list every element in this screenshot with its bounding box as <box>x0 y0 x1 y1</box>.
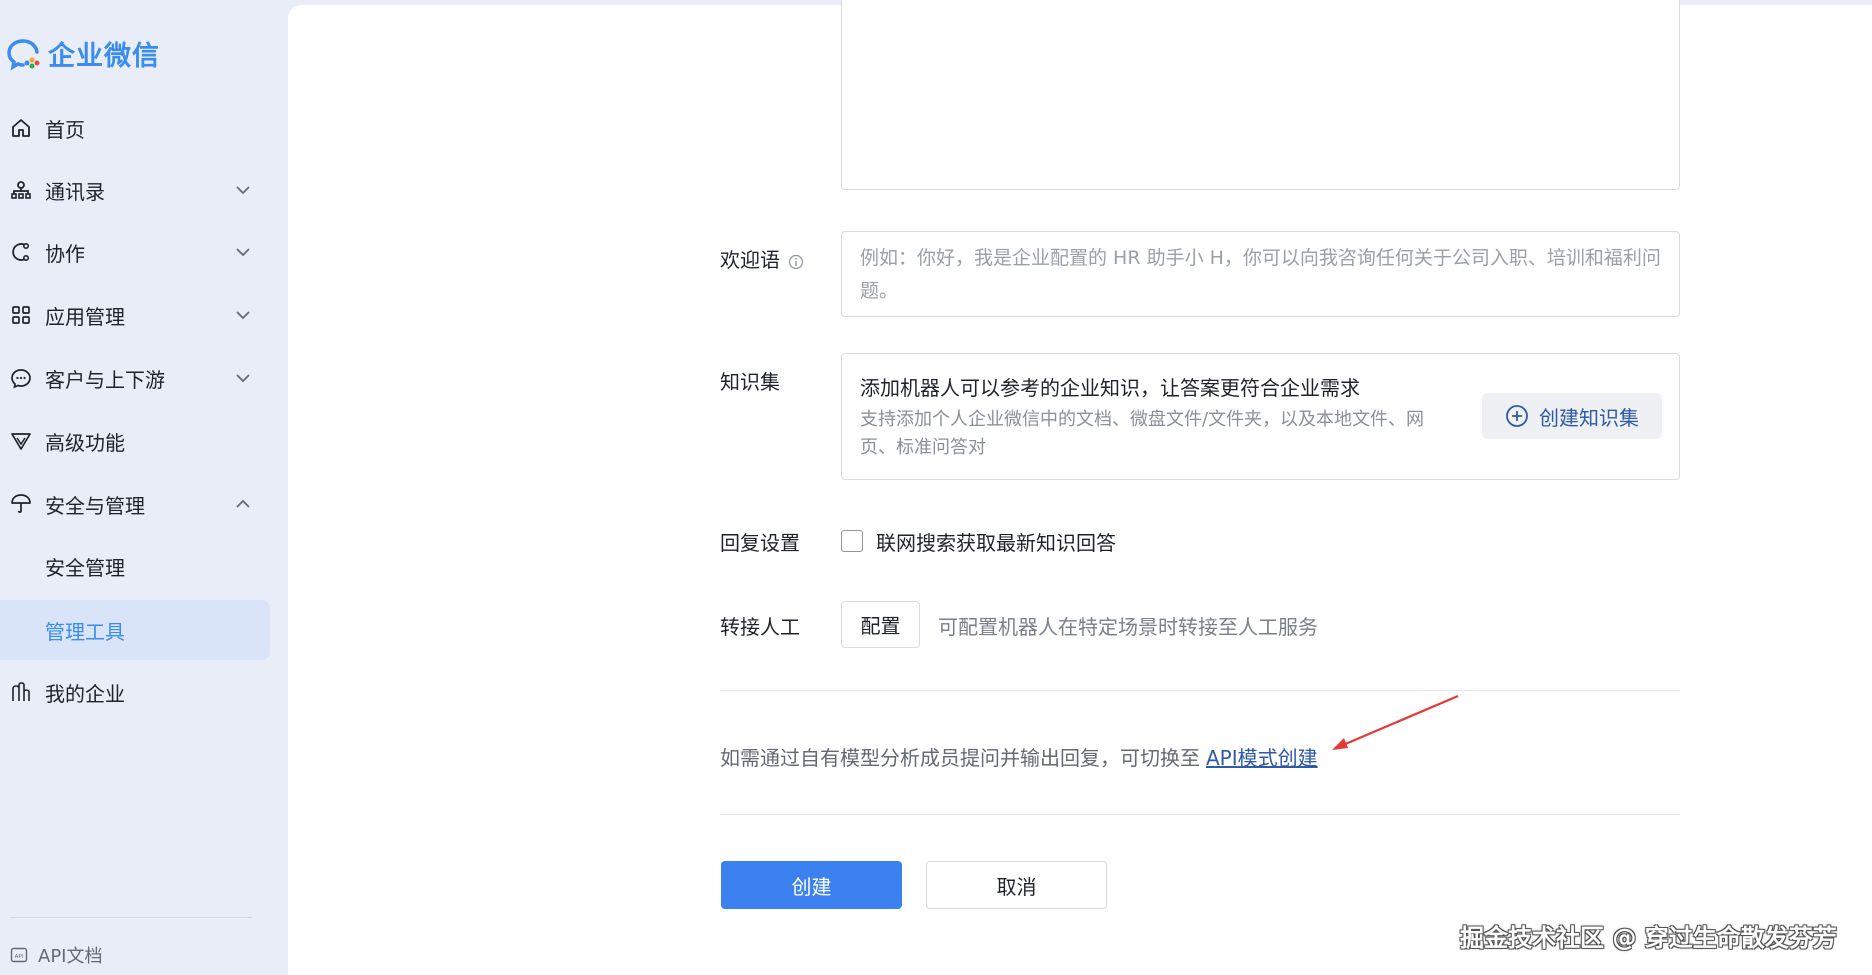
sidebar-subitem-security[interactable]: 安全管理 <box>0 536 270 596</box>
sidebar-item-security-management[interactable]: 安全与管理 <box>0 474 270 534</box>
api-mode-link[interactable]: API模式创建 <box>1206 746 1318 770</box>
chevron-up-icon <box>236 499 250 508</box>
sidebar-item-label: 应用管理 <box>45 304 125 329</box>
reply-settings-label: 回复设置 <box>720 531 800 555</box>
sidebar-item-label: 高级功能 <box>45 430 125 455</box>
api-switch-row: 如需通过自有模型分析成员提问并输出回复，可切换至 API模式创建 <box>720 742 1318 771</box>
create-knowledge-set-label: 创建知识集 <box>1539 405 1639 430</box>
knowledge-title: 添加机器人可以参考的企业知识，让答案更符合企业需求 <box>860 376 1360 400</box>
divider <box>720 690 1680 691</box>
sidebar-item-label: 首页 <box>45 117 85 142</box>
brand-logo[interactable]: 企业微信 <box>6 34 160 73</box>
sidebar-item-label: 管理工具 <box>45 619 125 644</box>
chevron-down-icon <box>236 186 250 195</box>
divider <box>720 814 1680 815</box>
knowledge-set-box: 添加机器人可以参考的企业知识，让答案更符合企业需求 支持添加个人企业微信中的文档… <box>841 353 1680 480</box>
wecom-logo-icon <box>7 38 40 71</box>
transfer-human-label: 转接人工 <box>720 615 800 639</box>
web-search-checkbox-label[interactable]: 联网搜索获取最新知识回答 <box>876 527 1116 556</box>
brand-name: 企业微信 <box>48 41 160 72</box>
collaboration-icon <box>12 242 30 262</box>
sidebar-item-advanced[interactable]: 高级功能 <box>0 411 270 471</box>
apps-grid-icon <box>12 306 30 324</box>
annotation-arrow <box>1332 694 1459 750</box>
create-button[interactable]: 创建 <box>721 861 902 909</box>
org-chart-icon <box>11 181 31 199</box>
cancel-button[interactable]: 取消 <box>926 861 1107 909</box>
sidebar-item-label: 安全管理 <box>45 555 125 580</box>
create-knowledge-set-button[interactable]: 创建知识集 <box>1482 393 1662 439</box>
sidebar-item-label: 我的企业 <box>45 681 125 706</box>
sidebar-item-label: 通讯录 <box>45 179 105 204</box>
api-switch-text: 如需通过自有模型分析成员提问并输出回复，可切换至 <box>720 746 1200 770</box>
plus-circle-icon <box>1506 405 1528 427</box>
sidebar: 企业微信 首页 通讯录 协作 应用管理 客户与上下游 高级功能 安全与管理 安全… <box>0 0 288 975</box>
advanced-icon <box>11 433 31 450</box>
sidebar-item-app-management[interactable]: 应用管理 <box>0 285 270 345</box>
info-icon[interactable] <box>788 254 804 270</box>
sidebar-divider <box>10 917 252 918</box>
sidebar-item-customers[interactable]: 客户与上下游 <box>0 348 270 408</box>
transfer-hint: 可配置机器人在特定场景时转接至人工服务 <box>938 615 1318 639</box>
sidebar-item-my-enterprise[interactable]: 我的企业 <box>0 662 270 722</box>
sidebar-item-label: 协作 <box>45 241 85 266</box>
building-icon <box>12 682 30 701</box>
chevron-down-icon <box>236 311 250 320</box>
sidebar-item-label: 安全与管理 <box>45 493 145 518</box>
api-doc-link[interactable]: API API文档 <box>10 942 102 968</box>
welcome-message-input[interactable]: 例如：你好，我是企业配置的 HR 助手小 H，你可以向我咨询任何关于公司入职、培… <box>841 231 1680 317</box>
chevron-down-icon <box>236 248 250 257</box>
home-icon <box>12 119 30 137</box>
api-doc-label: API文档 <box>38 946 103 967</box>
knowledge-label: 知识集 <box>720 370 780 394</box>
sidebar-item-collaboration[interactable]: 协作 <box>0 222 270 282</box>
sidebar-item-contacts[interactable]: 通讯录 <box>0 160 270 220</box>
svg-text:API: API <box>15 954 24 960</box>
welcome-label: 欢迎语 <box>720 248 780 272</box>
web-search-checkbox[interactable] <box>841 530 863 552</box>
sidebar-item-home[interactable]: 首页 <box>0 98 270 158</box>
watermark-text: 掘金技术社区 @ 穿过生命散发芬芳 <box>1460 924 1837 952</box>
knowledge-description: 支持添加个人企业微信中的文档、微盘文件/文件夹，以及本地文件、网页、标准问答对 <box>860 409 1425 458</box>
chevron-down-icon <box>236 374 250 383</box>
chat-bubble-icon <box>11 369 31 389</box>
sidebar-subitem-management-tools[interactable]: 管理工具 <box>0 600 270 660</box>
api-doc-icon: API <box>10 947 28 963</box>
welcome-label-row: 欢迎语 <box>720 244 804 273</box>
description-textarea[interactable] <box>841 0 1680 190</box>
sidebar-item-label: 客户与上下游 <box>45 367 165 392</box>
umbrella-icon <box>11 494 31 513</box>
configure-button[interactable]: 配置 <box>841 601 920 648</box>
